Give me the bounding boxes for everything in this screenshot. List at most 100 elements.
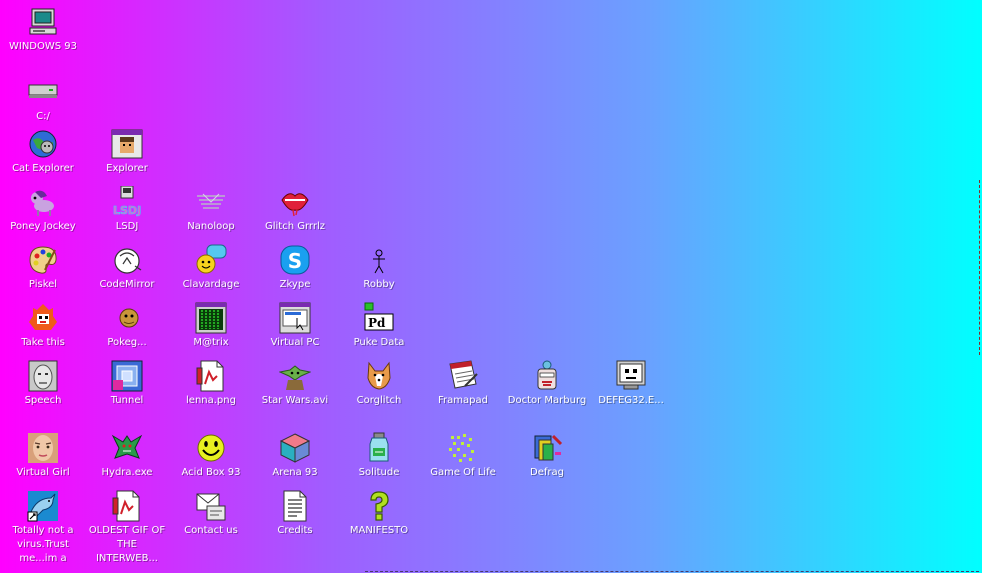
tunnel-icon: [111, 360, 143, 392]
desktop-icon-manifesto[interactable]: MANIFESTO: [338, 490, 420, 538]
palette-icon: [29, 246, 57, 274]
desktop-icon-c-drive[interactable]: C:/: [2, 76, 84, 124]
desktop-icon-windows-93[interactable]: WINDOWS 93: [2, 6, 84, 54]
icon-label: LSDJ: [115, 221, 139, 232]
yoda-icon: [279, 365, 311, 390]
icon-label: WINDOWS 93: [8, 41, 78, 52]
svg-text:S: S: [288, 249, 302, 273]
desktop-icon-lenna-png[interactable]: lenna.png: [170, 360, 252, 408]
cat-globe-icon: [29, 130, 57, 158]
game-of-life-icon: [449, 434, 474, 462]
icon-label: MANIFESTO: [349, 525, 409, 536]
robot-stick-icon: [373, 249, 385, 274]
desktop-icon-defrag[interactable]: Defrag: [506, 432, 588, 480]
desktop-icon-virtual-pc[interactable]: Virtual PC: [254, 302, 336, 350]
selection-edge-bottom: [365, 571, 979, 572]
desktop-icon-game-of-life[interactable]: Game Of Life: [422, 432, 504, 480]
selection-edge-right: [979, 180, 980, 355]
desktop-icon-take-this[interactable]: Take this: [2, 302, 84, 350]
desktop-icon-cat-explorer[interactable]: Cat Explorer: [2, 128, 84, 176]
desktop-icon-speech[interactable]: Speech: [2, 360, 84, 408]
defrag-icon: [534, 434, 563, 461]
icon-label: Pokeg...: [107, 337, 147, 348]
cube-icon: [279, 433, 311, 463]
desktop-icon-acid-box-93[interactable]: Acid Box 93: [170, 432, 252, 480]
desktop-icon-explorer[interactable]: Explorer: [86, 128, 168, 176]
desktop-icon-glitch-grrrlz[interactable]: Glitch Grrrlz: [254, 186, 336, 234]
doctor-icon: [537, 360, 557, 390]
notepad-icon: [449, 360, 478, 389]
desktop-icon-nanoloop[interactable]: Nanoloop: [170, 186, 252, 234]
fire-creature-icon: [29, 304, 57, 330]
desktop-icon-doctor-marburg[interactable]: Doctor Marburg: [506, 360, 588, 408]
desktop-icon-codemirror[interactable]: CodeMirror: [86, 244, 168, 292]
question-icon: [370, 491, 389, 521]
icon-label: lenna.png: [186, 395, 236, 406]
gameboy-icon: LSDJ: [113, 186, 141, 217]
desktop-icon-piskel[interactable]: Piskel: [2, 244, 84, 292]
pokeg-icon: [119, 308, 139, 328]
icon-label: Virtual Girl: [16, 467, 70, 478]
icon-label: Take this: [21, 337, 65, 348]
desktop-icon-virtual-girl[interactable]: Virtual Girl: [2, 432, 84, 480]
virtual-pc-icon: [279, 302, 311, 334]
icon-label: Nanoloop: [187, 221, 235, 232]
document-icon: [283, 490, 307, 522]
icon-label: Glitch Grrrlz: [265, 221, 325, 232]
desktop: WINDOWS 93 C:/ Cat Explorer Explorer Pon…: [0, 0, 982, 573]
zkype-icon: S: [280, 245, 310, 275]
desktop-icon-lsdj[interactable]: LSDJ LSDJ: [86, 186, 168, 234]
desktop-icon-puke-data[interactable]: Pd Puke Data: [338, 302, 420, 350]
icon-label: Star Wars.avi: [261, 395, 329, 406]
icon-label: Defrag: [530, 467, 564, 478]
jar-icon: [369, 432, 389, 462]
icon-label: Solitude: [358, 467, 400, 478]
pony-icon: [31, 190, 54, 216]
icon-label: Contact us: [184, 525, 238, 536]
desktop-icon-solitude[interactable]: Solitude: [338, 432, 420, 480]
icon-label: Credits: [277, 525, 313, 536]
icon-label: OLDEST GIF OF THE INTERWEB...: [88, 525, 166, 564]
computer-icon: [29, 8, 57, 35]
desktop-icon-totally-not-a-virus[interactable]: Totally not a virus.Trust me...im a: [2, 490, 84, 566]
desktop-icon-robby[interactable]: Robby: [338, 244, 420, 292]
desktop-icon-clavardage[interactable]: Clavardage: [170, 244, 252, 292]
icon-label: Acid Box 93: [181, 467, 241, 478]
icon-label: Speech: [24, 395, 62, 406]
codemirror-icon: [114, 248, 142, 274]
gif-file-icon: [112, 490, 140, 522]
desktop-icon-tunnel[interactable]: Tunnel: [86, 360, 168, 408]
chat-smiley-icon: [196, 244, 227, 274]
icon-label: Arena 93: [272, 467, 318, 478]
icon-label: Hydra.exe: [101, 467, 153, 478]
icon-label: Explorer: [106, 163, 148, 174]
drive-icon: [28, 84, 58, 98]
desktop-icon-hydra-exe[interactable]: Hydra.exe: [86, 432, 168, 480]
desktop-icon-zkype[interactable]: S Zkype: [254, 244, 336, 292]
desktop-icon-star-wars-avi[interactable]: Star Wars.avi: [254, 360, 336, 408]
dragon-icon: [111, 434, 143, 459]
contact-icon: [196, 493, 226, 521]
icon-label: CodeMirror: [99, 279, 155, 290]
icon-label: Clavardage: [182, 279, 240, 290]
desktop-icon-credits[interactable]: Credits: [254, 490, 336, 538]
image-file-icon: [196, 360, 224, 392]
icon-label: Zkype: [279, 279, 311, 290]
desktop-icon-poney-jockey[interactable]: Poney Jockey: [2, 186, 84, 234]
corgi-icon: [367, 361, 391, 390]
desktop-icon-oldest-gif[interactable]: OLDEST GIF OF THE INTERWEB...: [86, 490, 168, 566]
desktop-icon-corglitch[interactable]: Corglitch: [338, 360, 420, 408]
icon-label: Cat Explorer: [12, 163, 74, 174]
icon-label: M@trix: [193, 337, 229, 348]
icon-label: Piskel: [28, 279, 58, 290]
icon-label: Framapad: [438, 395, 488, 406]
desktop-icon-arena-93[interactable]: Arena 93: [254, 432, 336, 480]
desktop-icon-contact-us[interactable]: Contact us: [170, 490, 252, 538]
desktop-icon-defeg32[interactable]: DEFEG32.E...: [590, 360, 672, 408]
desktop-icon-pokeg[interactable]: Pokeg...: [86, 302, 168, 350]
desktop-icon-framapad[interactable]: Framapad: [422, 360, 504, 408]
svg-text:LSDJ: LSDJ: [113, 204, 141, 217]
icon-label: Tunnel: [110, 395, 144, 406]
desktop-icon-matrix[interactable]: M@trix: [170, 302, 252, 350]
icon-label: Corglitch: [356, 395, 402, 406]
